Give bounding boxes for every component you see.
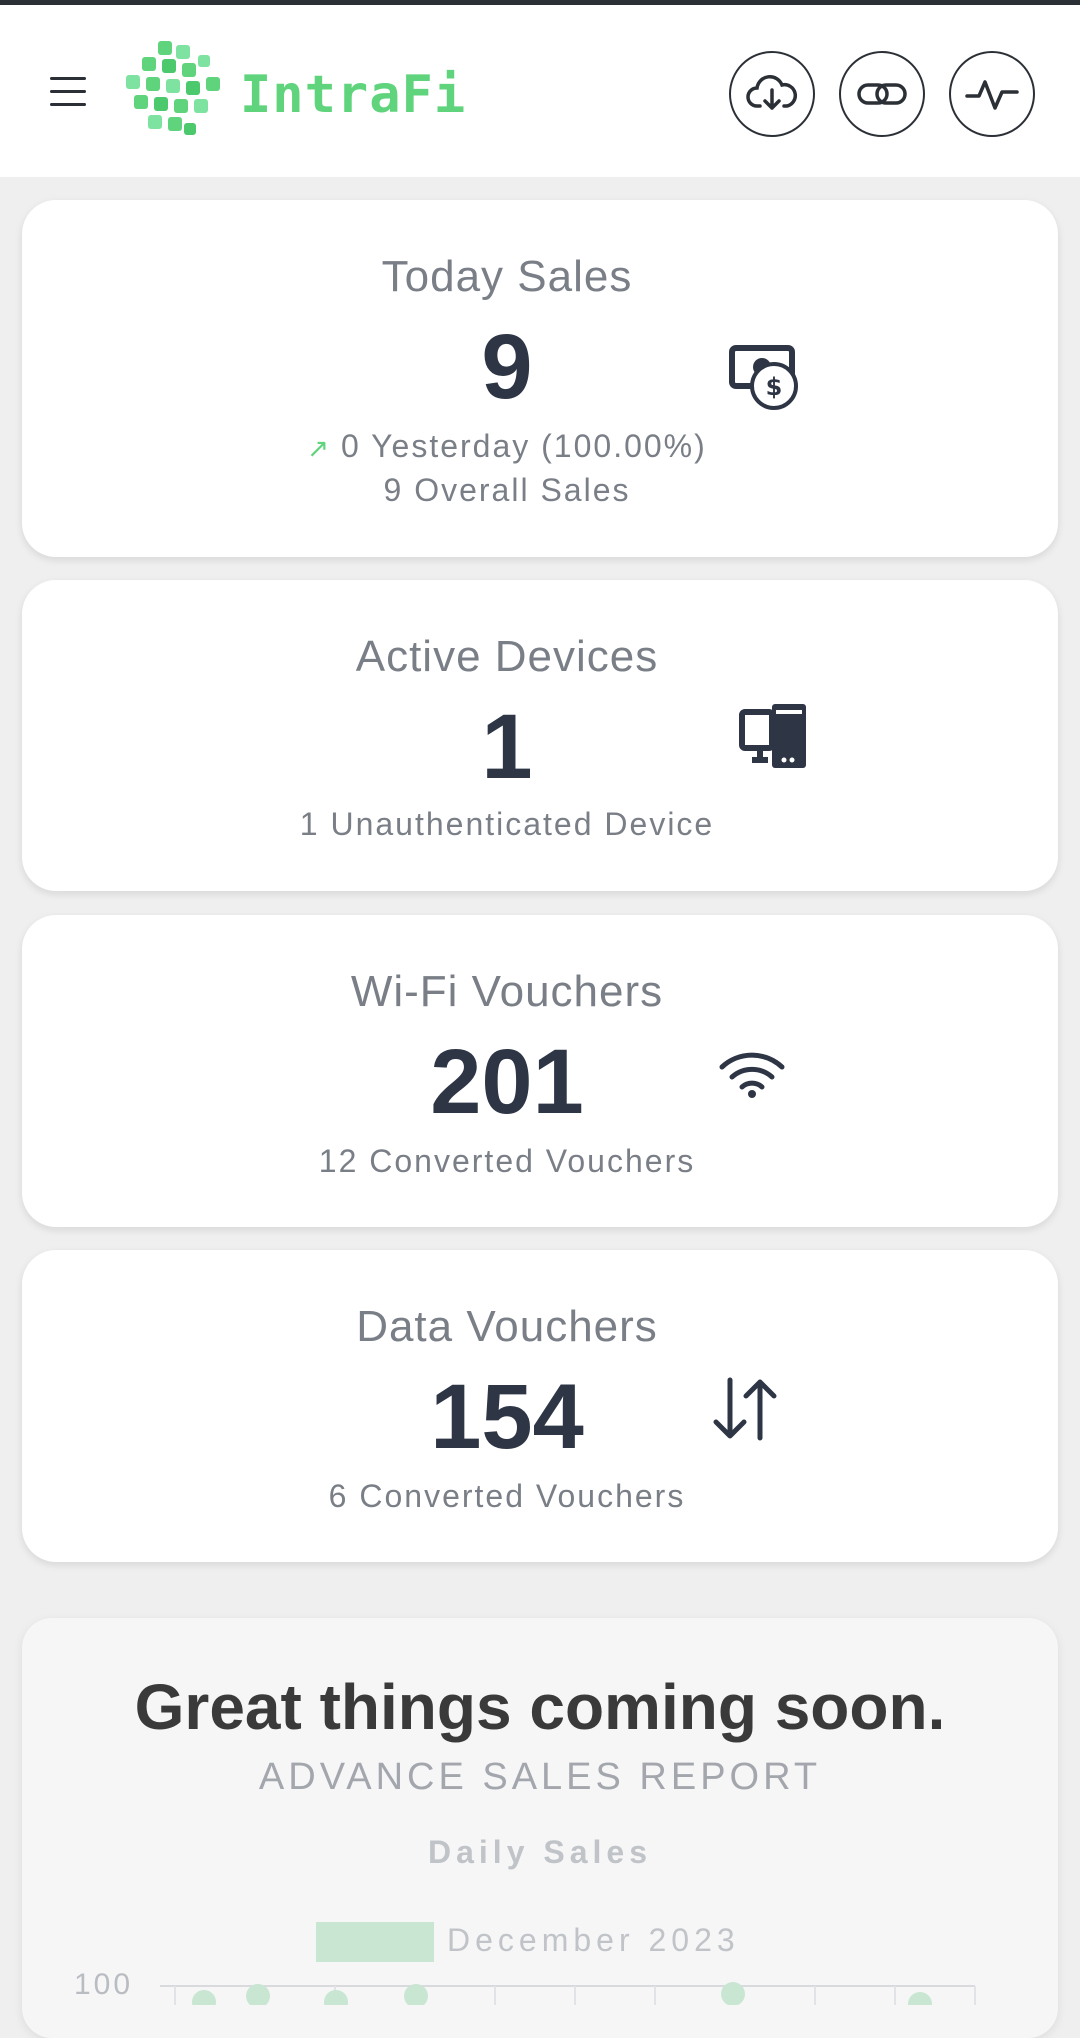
card-title: Today Sales xyxy=(381,252,633,301)
data-point xyxy=(192,1990,216,2005)
data-point xyxy=(908,1992,932,2005)
link-icon xyxy=(857,83,907,105)
data-point xyxy=(246,1984,270,2005)
today-sales-card: Today Sales 9 ↗ 0 Yesterday (100.00%) 9 O… xyxy=(22,200,1058,557)
card-value: 201 xyxy=(430,1031,584,1133)
menu-icon[interactable] xyxy=(50,77,92,111)
data-point xyxy=(324,1990,348,2005)
card-title: Active Devices xyxy=(355,632,659,681)
card-title: Wi-Fi Vouchers xyxy=(350,967,664,1016)
yesterday-comparison: ↗ 0 Yesterday (100.00%) xyxy=(307,428,707,464)
wifi-vouchers-card: Wi-Fi Vouchers 201 12 Converted Vouchers xyxy=(22,915,1058,1227)
app-header: IntraFi xyxy=(0,5,1080,177)
converted-vouchers: 12 Converted Vouchers xyxy=(318,1143,696,1179)
data-vouchers-card: Data Vouchers 154 6 Converted Vouchers xyxy=(22,1250,1058,1562)
card-value: 1 xyxy=(481,696,533,798)
wifi-icon xyxy=(719,1052,785,1098)
unauthenticated-devices: 1 Unauthenticated Device xyxy=(299,806,715,842)
active-devices-card: Active Devices 1 1 Unauthenticated Devic… xyxy=(22,580,1058,891)
card-title: Data Vouchers xyxy=(356,1302,658,1351)
transfer-arrows-icon xyxy=(713,1377,777,1441)
cloud-download-icon xyxy=(746,75,797,110)
download-button[interactable] xyxy=(729,51,815,137)
card-value: 9 xyxy=(481,316,533,418)
chart-title: Daily Sales xyxy=(428,1834,652,1870)
coming-soon-headline: Great things coming soon. xyxy=(134,1671,946,1743)
converted-vouchers: 6 Converted Vouchers xyxy=(328,1478,686,1514)
trend-up-icon: ↗ xyxy=(307,433,331,463)
overall-sales: 9 Overall Sales xyxy=(383,472,631,508)
legend-label: December 2023 xyxy=(447,1922,740,1958)
data-point xyxy=(721,1982,745,2005)
daily-sales-chart xyxy=(160,1982,976,2005)
activity-button[interactable] xyxy=(949,51,1035,137)
svg-text:$: $ xyxy=(766,373,783,401)
data-point xyxy=(404,1984,428,2005)
legend-swatch xyxy=(316,1922,434,1962)
money-bill-dollar-icon: $ xyxy=(729,345,798,410)
intrafi-logo xyxy=(126,41,220,135)
link-button[interactable] xyxy=(839,51,925,137)
report-subtitle: ADVANCE SALES REPORT xyxy=(258,1756,822,1798)
card-value: 154 xyxy=(430,1366,584,1468)
activity-pulse-icon xyxy=(965,80,1019,110)
brand-name: IntraFi xyxy=(240,65,467,125)
devices-icon xyxy=(739,704,806,768)
